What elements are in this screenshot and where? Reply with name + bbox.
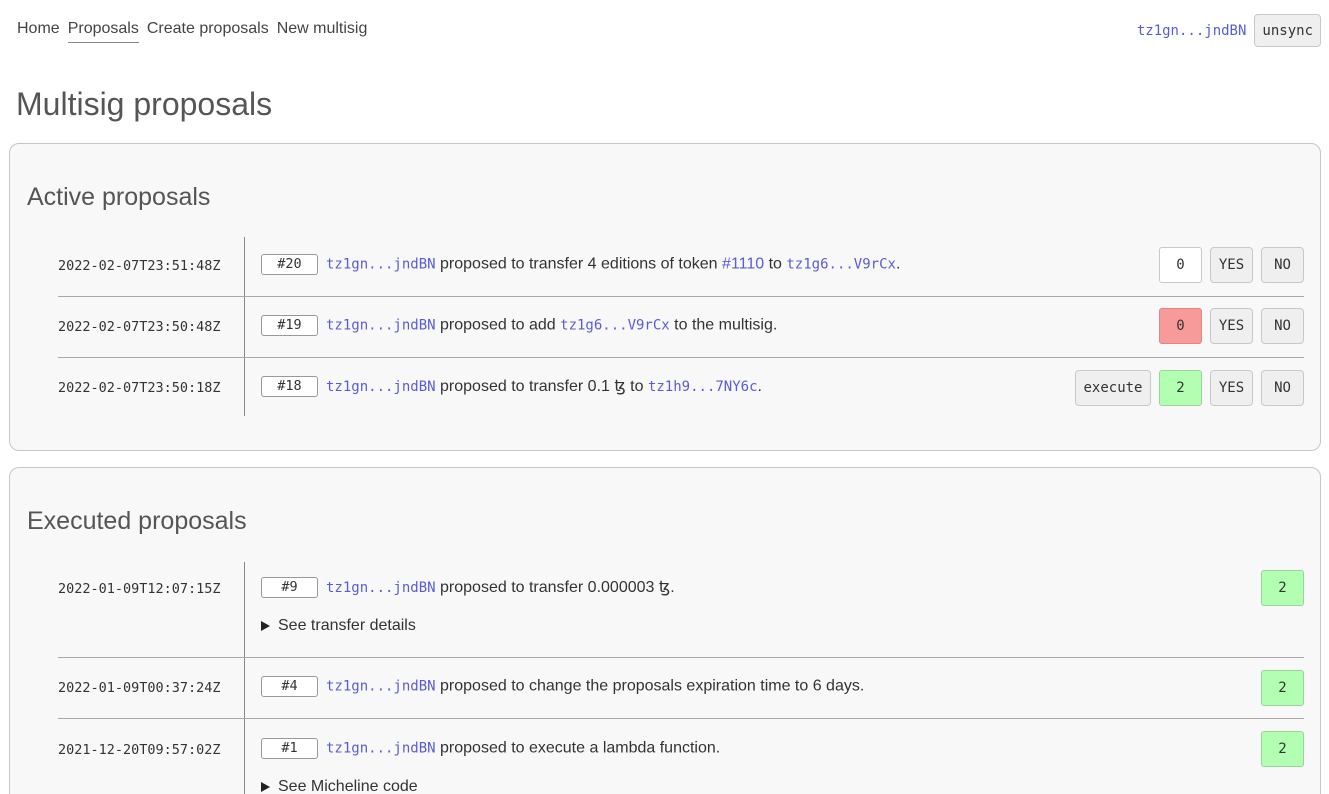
proposal-row: 2022-02-07T23:50:48Z #19 tz1gn...jndBN pr…: [58, 297, 1304, 358]
proposer-address-link[interactable]: tz1gn...jndBN: [326, 679, 436, 695]
proposal-id: #19: [261, 315, 318, 336]
proposal-text: proposed to change the proposals expirat…: [440, 677, 865, 695]
vote-yes-button[interactable]: YES: [1210, 308, 1253, 344]
proposal-text: .: [895, 255, 901, 273]
proposal-text: proposed to transfer 0.000003 ꜩ.: [440, 579, 675, 596]
details-label: See Micheline code: [278, 778, 418, 794]
vote-count-badge: 0: [1159, 308, 1202, 344]
proposal-text: to the multisig.: [674, 316, 778, 334]
vote-no-button[interactable]: NO: [1261, 308, 1304, 344]
proposal-timestamp: 2022-01-09T00:37:24Z: [58, 680, 221, 696]
proposal-description: #20 tz1gn...jndBN proposed to transfer 4 …: [261, 254, 900, 275]
disclosure-triangle-icon: [261, 620, 270, 631]
proposal-description: #4 tz1gn...jndBN proposed to change the p…: [261, 676, 864, 697]
active-proposals-heading: Active proposals: [27, 183, 211, 211]
vote-yes-button[interactable]: YES: [1210, 247, 1253, 283]
proposal-id: #1: [261, 738, 318, 759]
vote-count-badge: 2: [1261, 731, 1304, 767]
vote-count-badge: 2: [1159, 370, 1202, 406]
proposal-actions: 2: [1261, 731, 1304, 767]
transfer-details-toggle[interactable]: See transfer details: [261, 617, 416, 635]
proposal-text: proposed to transfer 4 editions of token: [440, 255, 718, 273]
vote-no-button[interactable]: NO: [1261, 247, 1304, 283]
proposal-row: 2022-02-07T23:50:18Z #18 tz1gn...jndBN pr…: [58, 358, 1304, 416]
proposal-actions: 0 YES NO: [1159, 308, 1304, 344]
micheline-code-toggle[interactable]: See Micheline code: [261, 778, 418, 794]
proposer-address-link[interactable]: tz1gn...jndBN: [326, 379, 436, 395]
proposal-text: proposed to execute a lambda function.: [440, 739, 721, 757]
proposal-timestamp: 2022-01-09T12:07:15Z: [58, 581, 221, 597]
target-address-link[interactable]: tz1g6...V9rCx: [560, 318, 670, 334]
page-title: Multisig proposals: [16, 86, 273, 122]
execute-button[interactable]: execute: [1075, 370, 1151, 406]
disclosure-triangle-icon: [261, 781, 270, 792]
proposal-id: #18: [261, 376, 318, 398]
proposal-actions: 0 YES NO: [1159, 247, 1304, 283]
vote-no-button[interactable]: NO: [1261, 370, 1304, 406]
proposal-timestamp: 2022-02-07T23:51:48Z: [58, 258, 221, 274]
proposal-text: proposed to transfer 0.1 ꜩ to: [440, 378, 644, 395]
nav-proposals-link[interactable]: Proposals: [67, 19, 139, 43]
proposal-description: #19 tz1gn...jndBN proposed to add tz1g6..…: [261, 315, 777, 336]
row-divider: [244, 658, 245, 719]
proposer-address-link[interactable]: tz1gn...jndBN: [326, 580, 436, 596]
row-divider: [244, 297, 245, 358]
proposal-actions: 2: [1261, 670, 1304, 706]
nav-create-proposals-link[interactable]: Create proposals: [147, 19, 269, 43]
proposal-timestamp: 2022-02-07T23:50:48Z: [58, 319, 221, 335]
proposal-id: #9: [261, 577, 318, 599]
proposal-row: 2021-12-20T09:57:02Z #1 tz1gn...jndBN pro…: [58, 719, 1304, 794]
proposal-text: proposed to add: [440, 316, 556, 334]
target-address-link[interactable]: tz1h9...7NY6c: [648, 379, 758, 395]
executed-proposals-panel: Executed proposals 2022-01-09T12:07:15Z …: [9, 467, 1321, 794]
top-nav: Home Proposals Create proposals New mult…: [17, 19, 367, 43]
proposal-description: #1 tz1gn...jndBN proposed to execute a la…: [261, 738, 720, 759]
target-address-link[interactable]: tz1g6...V9rCx: [786, 257, 896, 273]
vote-count-badge: 0: [1159, 247, 1202, 283]
nav-new-multisig-link[interactable]: New multisig: [277, 19, 368, 43]
account-area: tz1gn...jndBN unsync: [1137, 14, 1321, 47]
active-proposals-panel: Active proposals 2022-02-07T23:51:48Z #2…: [9, 143, 1321, 451]
proposal-actions: 2: [1261, 570, 1304, 606]
unsync-button[interactable]: unsync: [1254, 14, 1321, 47]
proposal-description: #18 tz1gn...jndBN proposed to transfer 0.…: [261, 376, 762, 398]
proposal-row: 2022-01-09T12:07:15Z #9 tz1gn...jndBN pro…: [58, 562, 1304, 658]
proposal-text: to: [768, 255, 782, 273]
vote-count-badge: 2: [1261, 570, 1304, 606]
proposal-id: #20: [261, 254, 318, 275]
proposal-timestamp: 2021-12-20T09:57:02Z: [58, 742, 221, 758]
proposal-text: .: [757, 378, 762, 395]
vote-count-badge: 2: [1261, 670, 1304, 706]
row-divider: [244, 358, 245, 416]
proposer-address-link[interactable]: tz1gn...jndBN: [326, 318, 436, 334]
vote-yes-button[interactable]: YES: [1210, 370, 1253, 406]
token-link[interactable]: #1110: [722, 256, 764, 273]
proposer-address-link[interactable]: tz1gn...jndBN: [326, 741, 436, 757]
proposal-row: 2022-01-09T00:37:24Z #4 tz1gn...jndBN pro…: [58, 658, 1304, 719]
row-divider: [244, 237, 245, 297]
proposal-row: 2022-02-07T23:51:48Z #20 tz1gn...jndBN pr…: [58, 237, 1304, 297]
proposal-timestamp: 2022-02-07T23:50:18Z: [58, 380, 221, 396]
details-label: See transfer details: [278, 617, 416, 634]
proposer-address-link[interactable]: tz1gn...jndBN: [326, 257, 436, 273]
account-address-link[interactable]: tz1gn...jndBN: [1137, 23, 1247, 39]
proposal-description: #9 tz1gn...jndBN proposed to transfer 0.0…: [261, 577, 675, 599]
executed-proposals-heading: Executed proposals: [27, 507, 247, 535]
row-divider: [244, 562, 245, 658]
proposal-id: #4: [261, 676, 318, 697]
nav-home-link[interactable]: Home: [17, 19, 60, 43]
proposal-actions: execute 2 YES NO: [1075, 370, 1304, 406]
row-divider: [244, 719, 245, 794]
